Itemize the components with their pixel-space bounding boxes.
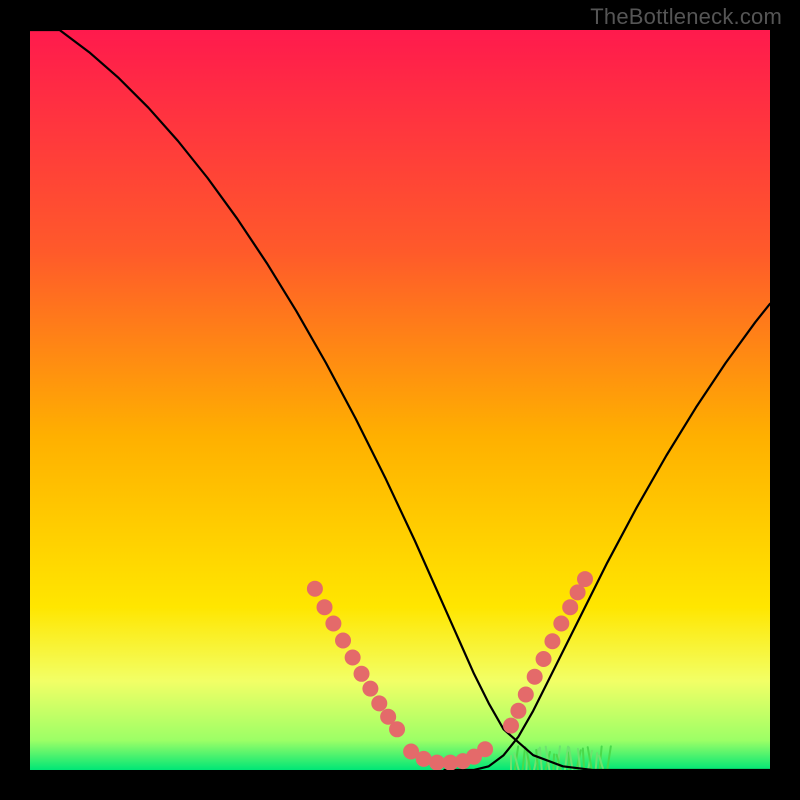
chart-svg xyxy=(30,30,770,770)
data-marker xyxy=(553,615,569,631)
data-marker xyxy=(389,721,405,737)
watermark-text: TheBottleneck.com xyxy=(590,4,782,30)
data-marker xyxy=(307,581,323,597)
data-marker xyxy=(518,687,534,703)
plot-area xyxy=(30,30,770,770)
data-marker xyxy=(562,599,578,615)
data-marker xyxy=(362,681,378,697)
chart-frame: TheBottleneck.com xyxy=(0,0,800,800)
data-marker xyxy=(345,650,361,666)
data-marker xyxy=(503,718,519,734)
data-marker xyxy=(477,741,493,757)
data-marker xyxy=(325,615,341,631)
data-marker xyxy=(577,571,593,587)
data-marker xyxy=(527,669,543,685)
data-marker xyxy=(510,703,526,719)
gradient-background xyxy=(30,30,770,770)
data-marker xyxy=(371,695,387,711)
data-marker xyxy=(536,651,552,667)
data-marker xyxy=(354,666,370,682)
data-marker xyxy=(544,633,560,649)
data-marker xyxy=(335,633,351,649)
data-marker xyxy=(317,599,333,615)
